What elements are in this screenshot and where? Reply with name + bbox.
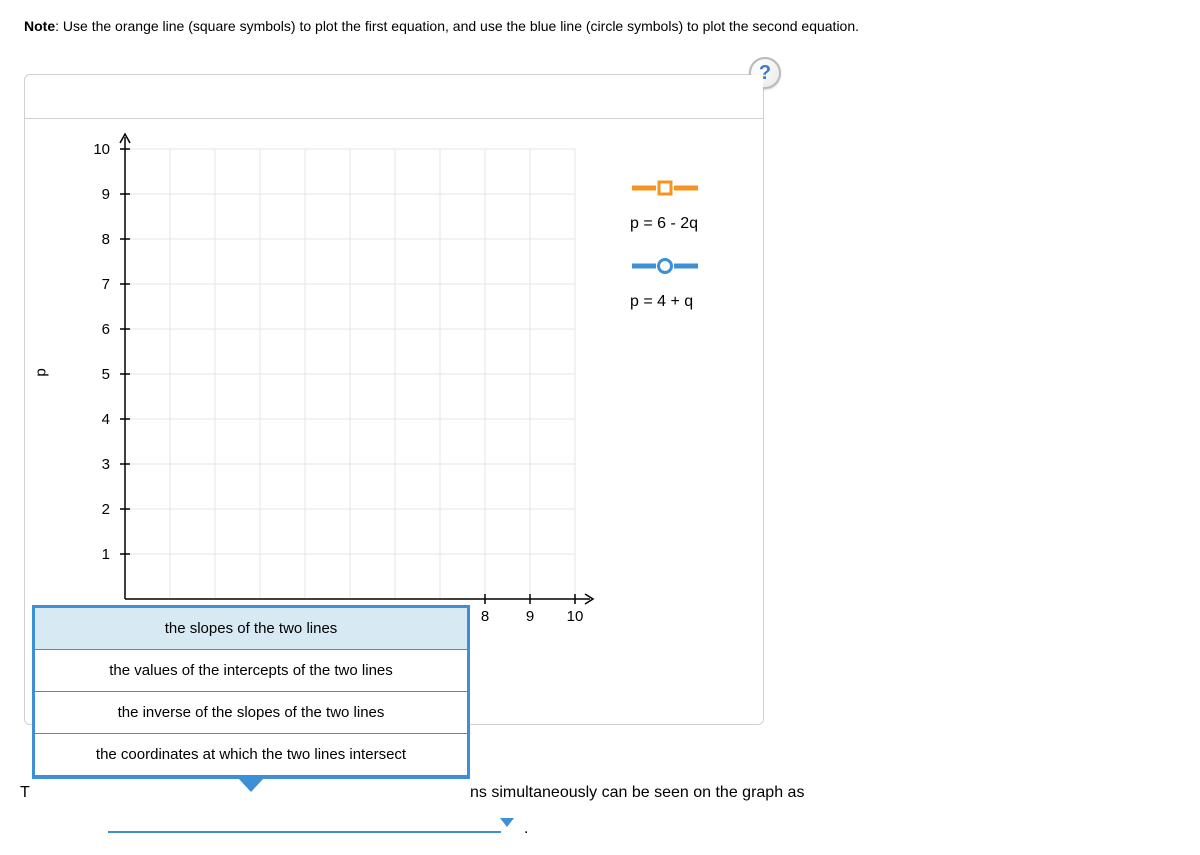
ytick-3: 3 bbox=[102, 456, 110, 473]
ytick-8: 8 bbox=[102, 231, 110, 248]
square-icon bbox=[630, 179, 700, 197]
xtick-9: 9 bbox=[526, 608, 534, 625]
note-prefix: Note bbox=[24, 18, 55, 34]
dropdown-underline bbox=[108, 831, 501, 833]
caret-down-icon[interactable] bbox=[500, 818, 514, 827]
ytick-6: 6 bbox=[102, 321, 110, 338]
panel-header bbox=[25, 75, 763, 119]
y-axis-label: p bbox=[33, 368, 50, 376]
ytick-9: 9 bbox=[102, 186, 110, 203]
instruction-note: Note: Use the orange line (square symbol… bbox=[24, 18, 1176, 34]
dropdown-option-2[interactable]: the inverse of the slopes of the two lin… bbox=[35, 692, 467, 734]
legend-item-blue[interactable]: p = 4 + q bbox=[630, 257, 700, 311]
ytick-1: 1 bbox=[102, 546, 110, 563]
chart-legend: p = 6 - 2q p = 4 + q bbox=[630, 179, 700, 329]
xtick-8: 8 bbox=[481, 608, 489, 625]
sentence-period: . bbox=[524, 820, 528, 838]
legend-label-blue: p = 4 + q bbox=[630, 293, 693, 310]
sentence-fragment: ns simultaneously can be seen on the gra… bbox=[470, 784, 1170, 802]
ytick-4: 4 bbox=[102, 411, 110, 428]
xtick-10: 10 bbox=[567, 608, 584, 625]
ytick-10: 10 bbox=[93, 141, 110, 158]
ytick-5: 5 bbox=[102, 366, 110, 383]
ytick-2: 2 bbox=[102, 501, 110, 518]
legend-label-orange: p = 6 - 2q bbox=[630, 215, 698, 232]
ytick-7: 7 bbox=[102, 276, 110, 293]
legend-item-orange[interactable]: p = 6 - 2q bbox=[630, 179, 700, 233]
cutoff-left-char: T bbox=[20, 784, 30, 802]
answer-dropdown[interactable]: the slopes of the two lines the values o… bbox=[32, 605, 470, 779]
circle-icon bbox=[630, 257, 700, 275]
dropdown-option-3[interactable]: the coordinates at which the two lines i… bbox=[35, 734, 467, 776]
chart-plot[interactable]: 1 2 3 4 5 6 7 8 9 10 8 9 10 bbox=[65, 129, 625, 669]
dropdown-option-1[interactable]: the values of the intercepts of the two … bbox=[35, 650, 467, 692]
dropdown-option-0[interactable]: the slopes of the two lines bbox=[35, 608, 467, 650]
note-text: : Use the orange line (square symbols) t… bbox=[55, 18, 859, 34]
chevron-down-icon bbox=[238, 778, 264, 792]
